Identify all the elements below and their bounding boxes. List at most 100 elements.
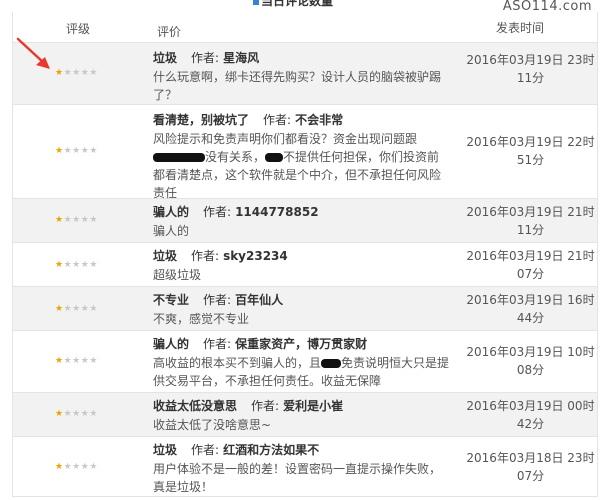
table-row: ★★★★★ 收益太低没意思 作者: 爱利是小崔 收益太低了没啥意思~ 2016年03… [13,393,597,437]
star-filled-icon: ★ [55,462,64,472]
table-row: ★★★★★ 垃圾 作者: sky23234 超级垃圾 2016年03月19日 21时… [13,243,597,287]
redaction-mark [153,153,205,162]
star-rating: ★★★★★ [55,304,98,314]
post-time: 2016年03月19日 23时11分 [466,53,595,85]
redaction-mark [265,153,284,162]
star-rating: ★★★★★ [55,462,98,472]
author-name: 爱利是小崔 [283,399,344,413]
review-body: 骗人的 [153,224,190,238]
star-empty-icon: ★ [63,68,73,78]
star-empty-icon: ★ [72,68,81,78]
post-time: 2016年03月19日 21时11分 [466,205,595,237]
author-name: 保重家资产，博万贯家财 [235,337,368,351]
star-empty-icon: ★ [72,304,81,314]
star-filled-icon: ★ [55,356,64,366]
section-title: 当日评论数量 [253,0,333,8]
review-body: 收益太低了没啥意思~ [153,418,272,432]
post-time: 2016年03月19日 21时07分 [466,249,595,281]
star-rating: ★★★★★ [55,356,98,366]
red-arrow-icon [16,37,50,69]
author-name: 百年仙人 [235,293,284,307]
review-body: 不爽，感觉不专业 [153,312,250,326]
post-time: 2016年03月19日 16时44分 [466,293,595,325]
rating-cell: ★★★★★ [13,437,143,496]
rating-cell: ★★★★★ [13,287,143,330]
star-empty-icon: ★ [89,304,98,314]
review-body: 高收益的根本买不到骗人的，且 免责说明恒大只是提供交易平台，不承担任何责任。收益无… [153,356,450,388]
star-empty-icon: ★ [72,409,81,419]
review-title: 垃圾 [153,249,178,263]
review-body: 用户体验不是一般的差！设置密码一直提示操作失败，真是垃圾！ [153,462,442,494]
star-empty-icon: ★ [89,462,98,472]
star-filled-icon: ★ [55,215,64,225]
post-time: 2016年03月18日 23时07分 [466,451,595,483]
author-name: 1144778852 [235,205,319,219]
table-row: ★★★★★ 不专业 作者: 百年仙人 不爽，感觉不专业 2016年03月19日 16… [13,287,597,331]
author-name: 红酒和方法如果不 [223,443,320,457]
table-row: ★★★★★ 垃圾 作者: 红酒和方法如果不 用户体验不是一般的差！设置密码一直提示操… [13,437,597,497]
review-cell: 骗人的 作者: 1144778852 骗人的 [143,199,450,242]
star-filled-icon: ★ [55,304,64,314]
post-time: 2016年03月19日 10时08分 [466,345,595,377]
review-title: 收益太低没意思 [153,399,238,413]
star-empty-icon: ★ [72,260,81,270]
author-name: 不会非常 [295,113,344,127]
review-body: 超级垃圾 [153,268,202,282]
rating-cell: ★★★★★ [13,331,143,392]
star-empty-icon: ★ [63,356,73,366]
reviews-table: 评级 评价 发表时间 ★★★★★ 垃圾 作者: 星海风 什么玩意啊，绑卡还得先购买？… [12,12,598,497]
review-body: 风险提示和免责声明你们都看没？资金出现问题跟 没有关系， 不提供任何担保，你们投资前… [153,132,442,200]
star-empty-icon: ★ [72,462,81,472]
redaction-mark [321,359,342,368]
author-label: 作者: [203,293,232,307]
star-empty-icon: ★ [89,68,98,78]
table-header: 评级 评价 发表时间 [13,12,597,43]
review-cell: 垃圾 作者: 星海风 什么玩意啊，绑卡还得先购买？设计人员的脑袋被驴踢了？ [143,43,450,104]
star-empty-icon: ★ [89,215,98,225]
review-title: 看清楚，别被坑了 [153,113,250,127]
rating-cell: ★★★★★ [13,105,143,198]
header-review: 评价 [157,25,182,39]
post-time: 2016年03月19日 00时42分 [466,399,595,431]
star-filled-icon: ★ [55,68,64,78]
star-empty-icon: ★ [89,260,98,270]
star-empty-icon: ★ [63,146,73,156]
star-empty-icon: ★ [63,409,73,419]
star-rating: ★★★★★ [55,409,98,419]
review-cell: 不专业 作者: 百年仙人 不爽，感觉不专业 [143,287,450,330]
review-body: 什么玩意啊，绑卡还得先购买？设计人员的脑袋被驴踢了？ [153,70,442,102]
table-row: ★★★★★ 骗人的 作者: 1144778852 骗人的 2016年03月19日 2… [13,199,597,243]
review-cell: 收益太低没意思 作者: 爱利是小崔 收益太低了没啥意思~ [143,393,450,436]
star-rating: ★★★★★ [55,68,98,78]
author-label: 作者: [191,249,220,263]
star-filled-icon: ★ [55,146,64,156]
star-empty-icon: ★ [72,146,81,156]
author-name: sky23234 [223,249,288,263]
star-empty-icon: ★ [63,260,73,270]
star-filled-icon: ★ [55,260,64,270]
review-cell: 看清楚，别被坑了 作者: 不会非常 风险提示和免责声明你们都看没？资金出现问题跟 没有… [143,105,450,200]
star-rating: ★★★★★ [55,260,98,270]
star-empty-icon: ★ [89,356,98,366]
table-row: ★★★★★ 垃圾 作者: 星海风 什么玩意啊，绑卡还得先购买？设计人员的脑袋被驴踢了… [13,43,597,105]
section-title-marker [253,0,259,5]
review-title: 垃圾 [153,51,178,65]
star-empty-icon: ★ [89,146,98,156]
star-empty-icon: ★ [72,356,81,366]
author-label: 作者: [203,205,232,219]
review-title: 骗人的 [153,337,190,351]
review-title: 不专业 [153,293,190,307]
post-time: 2016年03月19日 22时51分 [466,135,595,167]
rating-cell: ★★★★★ [13,393,143,436]
star-empty-icon: ★ [63,462,73,472]
header-time: 发表时间 [496,21,545,35]
review-cell: 骗人的 作者: 保重家资产，博万贯家财 高收益的根本买不到骗人的，且 免责说明恒大只是… [143,331,450,392]
author-label: 作者: [191,443,220,457]
star-empty-icon: ★ [89,409,98,419]
author-label: 作者: [251,399,280,413]
star-empty-icon: ★ [72,215,81,225]
author-label: 作者: [191,51,220,65]
rating-cell: ★★★★★ [13,199,143,242]
author-label: 作者: [203,337,232,351]
star-empty-icon: ★ [63,215,73,225]
